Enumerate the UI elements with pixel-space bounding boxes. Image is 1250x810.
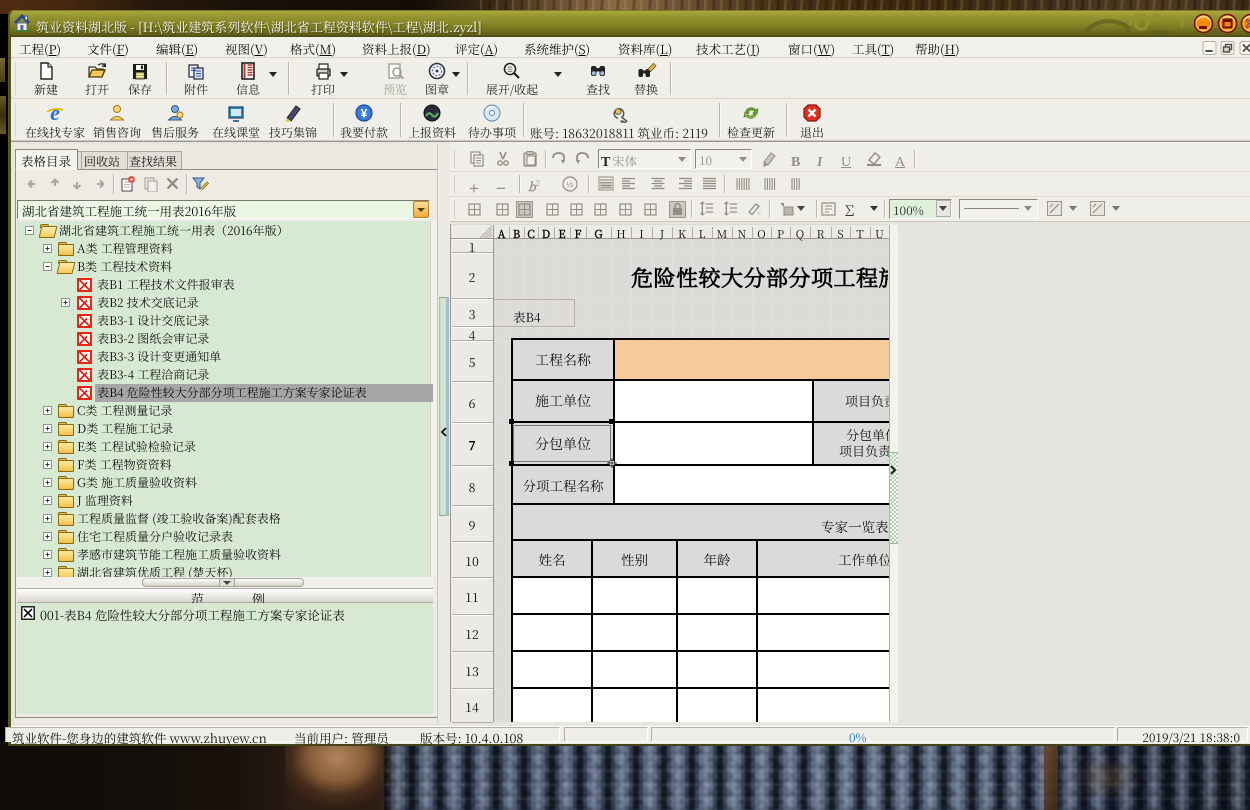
svg-text:c: c	[758, 208, 761, 217]
svg-text:e: e	[50, 103, 60, 123]
svg-text:⅟a: ⅟a	[566, 180, 574, 190]
svg-text:¥: ¥	[361, 105, 368, 122]
